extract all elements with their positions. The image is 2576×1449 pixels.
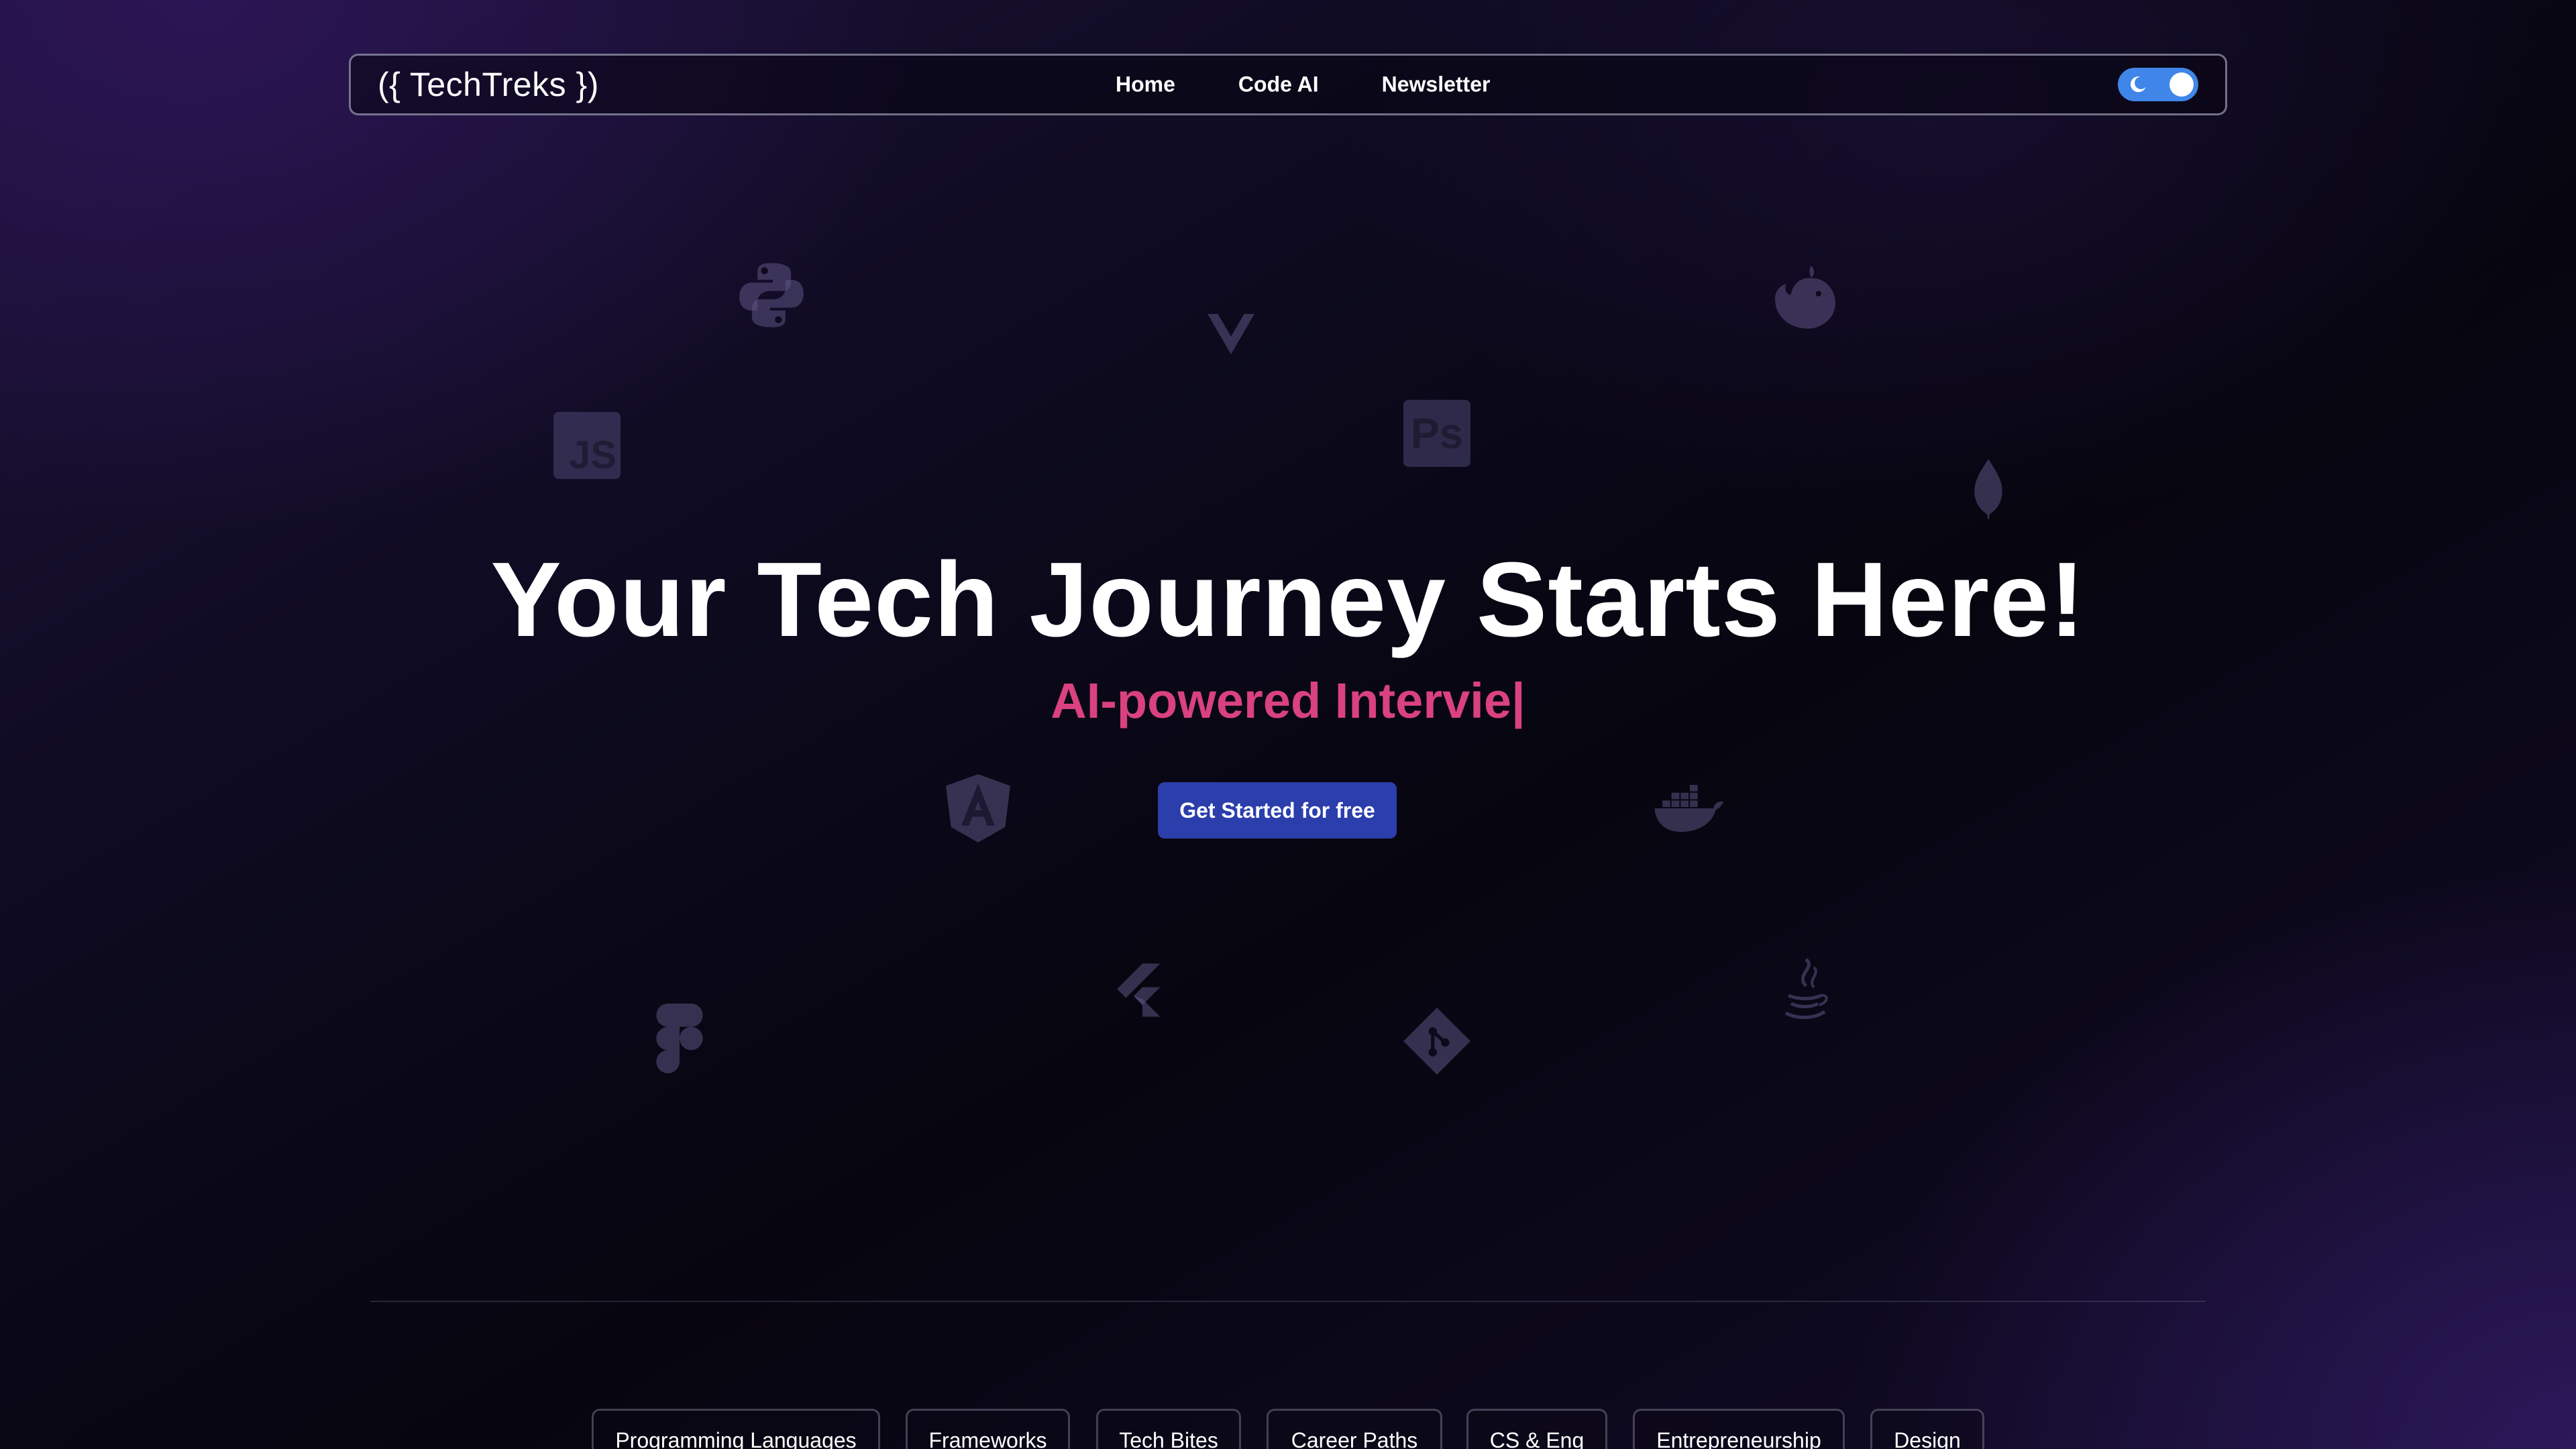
nav-link-code-ai[interactable]: Code AI [1238, 72, 1319, 97]
python-icon [737, 260, 806, 330]
git-icon [1402, 1006, 1472, 1076]
chip-label: Design [1894, 1428, 1961, 1449]
flutter-icon [1108, 963, 1167, 1017]
hero-typing-subtitle: AI-powered Intervie| [1051, 673, 1525, 729]
figma-icon [656, 1004, 703, 1073]
site-logo[interactable]: ({ TechTreks }) [378, 68, 599, 101]
toggle-knob [2169, 72, 2194, 97]
theme-toggle[interactable] [2118, 68, 2198, 101]
chip-label: Programming Languages [615, 1428, 857, 1449]
navbar: ({ TechTreks }) Home Code AI Newsletter [349, 54, 2227, 115]
category-chip-career-paths[interactable]: Career Paths [1267, 1409, 1442, 1449]
chip-label: CS & Eng [1489, 1428, 1585, 1449]
nav-links: Home Code AI Newsletter [1116, 72, 1490, 97]
docker-icon [1653, 785, 1725, 833]
angular-icon [946, 774, 1010, 843]
javascript-icon: JS [553, 412, 621, 479]
category-chip-entrepreneurship[interactable]: Entrepreneurship [1633, 1409, 1845, 1449]
hero-title: Your Tech Journey Starts Here! [490, 541, 2086, 659]
category-chip-design[interactable]: Design [1870, 1409, 1984, 1449]
category-chip-frameworks[interactable]: Frameworks [906, 1409, 1070, 1449]
nav-link-home[interactable]: Home [1116, 72, 1175, 97]
section-divider [370, 1301, 2206, 1302]
java-icon [1778, 958, 1831, 1025]
mongodb-icon [1971, 459, 2006, 519]
get-started-button[interactable]: Get Started for free [1158, 782, 1397, 839]
nestjs-icon [1768, 262, 1841, 331]
category-chip-tech-bites[interactable]: Tech Bites [1096, 1409, 1241, 1449]
photoshop-icon: Ps [1403, 400, 1470, 467]
vue-icon [1208, 314, 1254, 354]
chip-label: Frameworks [928, 1428, 1047, 1449]
category-chip-programming-languages[interactable]: Programming Languages [592, 1409, 880, 1449]
chip-label: Entrepreneurship [1656, 1428, 1821, 1449]
chip-label: Tech Bites [1119, 1428, 1218, 1449]
category-chip-cs-eng[interactable]: CS & Eng [1466, 1409, 1607, 1449]
category-chips: Programming Languages Frameworks Tech Bi… [0, 1409, 2576, 1449]
nav-link-newsletter[interactable]: Newsletter [1382, 72, 1491, 97]
chip-label: Career Paths [1291, 1428, 1418, 1449]
moon-icon [2130, 76, 2146, 93]
